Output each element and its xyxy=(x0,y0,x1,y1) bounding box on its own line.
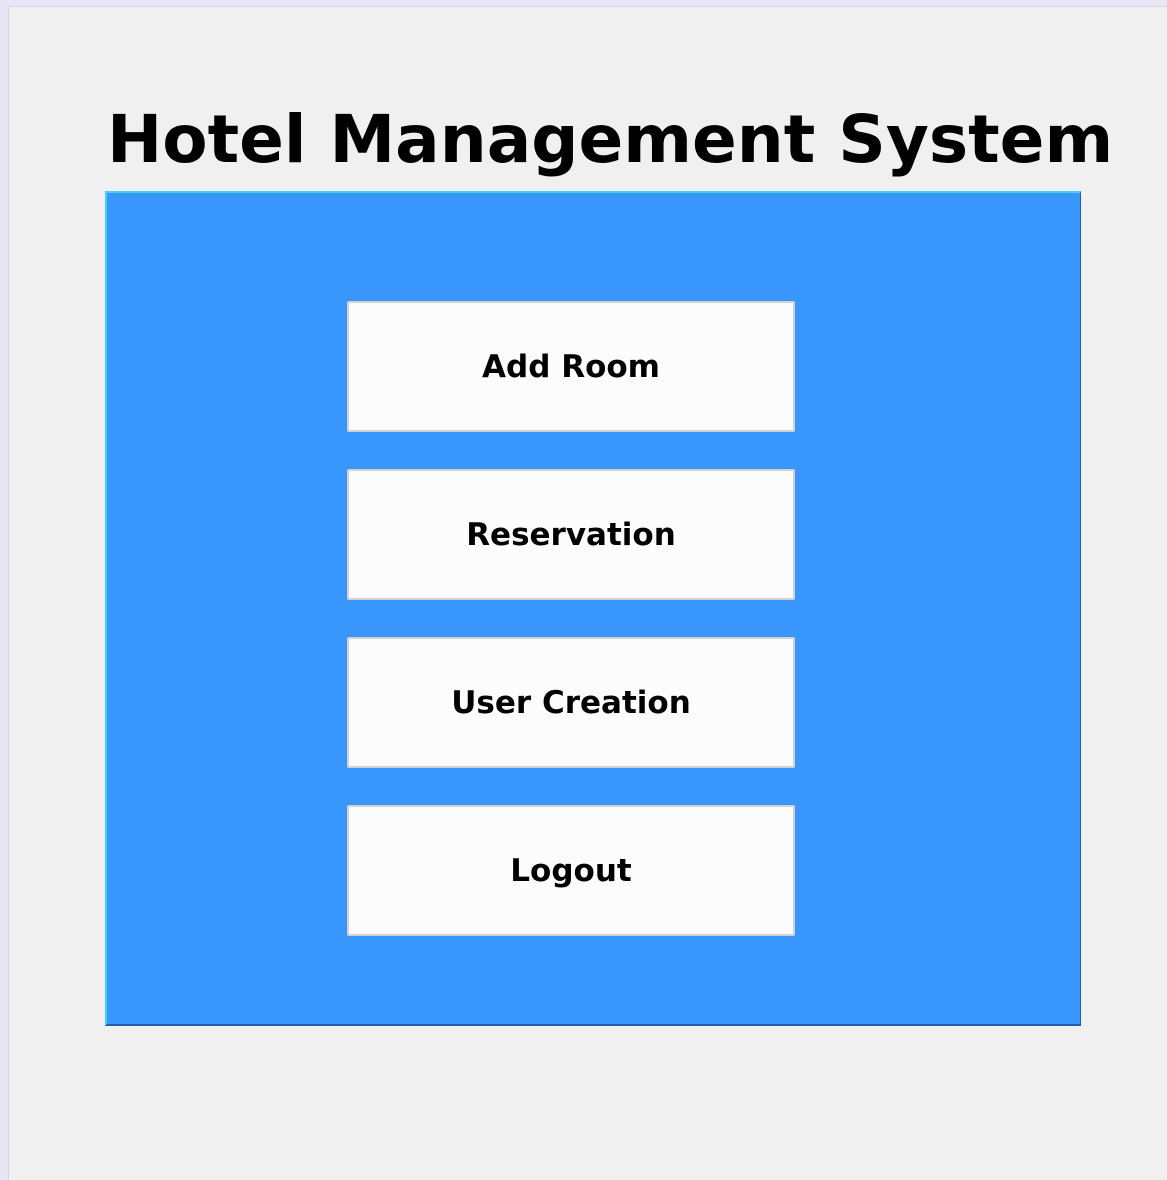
logout-button[interactable]: Logout xyxy=(347,805,795,936)
reservation-button[interactable]: Reservation xyxy=(347,469,795,600)
user-creation-button[interactable]: User Creation xyxy=(347,637,795,768)
menu-panel: Add Room Reservation User Creation Logou… xyxy=(105,191,1081,1026)
main-window: Hotel Management System Add Room Reserva… xyxy=(8,6,1167,1180)
app-title: Hotel Management System xyxy=(107,101,1114,178)
add-room-button[interactable]: Add Room xyxy=(347,301,795,432)
